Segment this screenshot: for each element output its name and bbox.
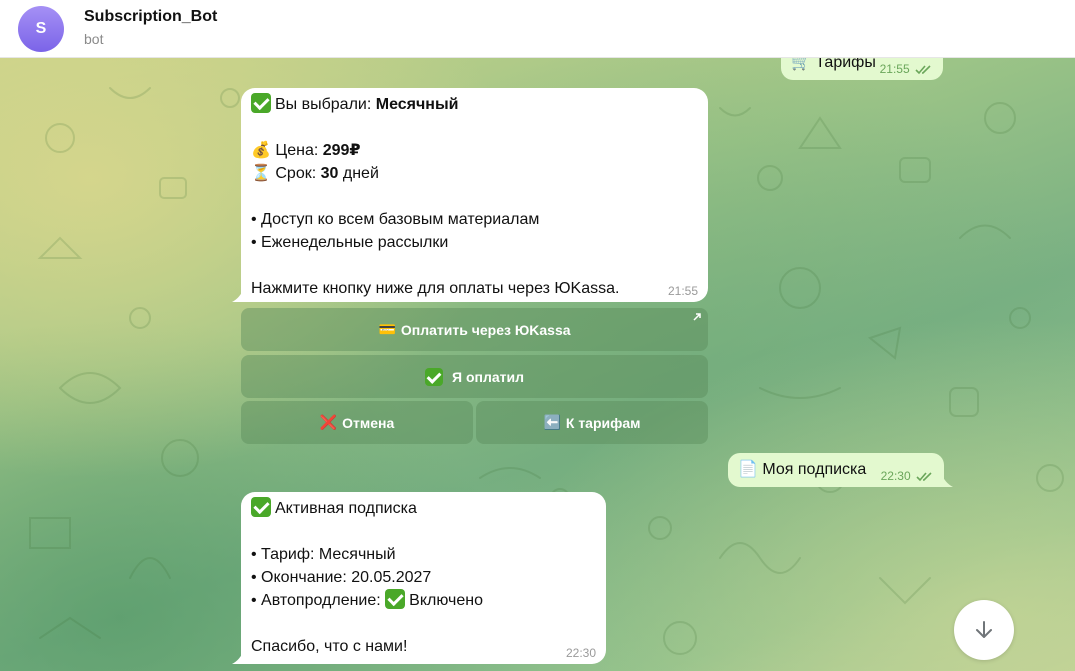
cross-mark-icon: ❌ — [319, 414, 338, 430]
bubble-tail — [232, 288, 244, 302]
message-plan-details[interactable]: Вы выбрали: Месячный 💰 Цена: 299₽ ⏳ Срок… — [232, 88, 708, 302]
chat-subtitle: bot — [84, 31, 104, 47]
message-time: 22:30 — [881, 469, 934, 483]
cart-icon: 🛒 — [791, 58, 811, 71]
bot-avatar[interactable]: S — [18, 6, 64, 52]
double-check-icon — [915, 65, 931, 75]
double-check-icon — [916, 472, 932, 482]
message-tariffs-command[interactable]: 🛒 Тарифы 21:55 — [781, 58, 943, 80]
message-time: 21:55 — [880, 62, 933, 76]
bubble-tail — [232, 650, 244, 664]
back-to-tariffs-button[interactable]: ⬅️ К тарифам — [476, 401, 708, 444]
external-link-icon — [693, 313, 701, 321]
check-mark-icon — [251, 497, 271, 517]
chat-title[interactable]: Subscription_Bot — [84, 8, 217, 26]
left-arrow-icon: ⬅️ — [543, 414, 561, 430]
message-time: 21:55 — [667, 284, 698, 298]
chat-header[interactable]: S Subscription_Bot bot — [0, 0, 1075, 58]
message-time: 22:30 — [565, 646, 596, 660]
chat-area[interactable]: 🛒 Тарифы 21:55 Вы выбрали: Месячный 💰 Це… — [0, 58, 1075, 671]
scroll-down-icon — [976, 621, 992, 638]
document-icon: 📄 — [738, 461, 758, 478]
check-mark-icon — [425, 367, 443, 386]
credit-card-icon: 💳 — [378, 321, 396, 337]
check-mark-icon — [385, 589, 406, 609]
i-paid-button[interactable]: Я оплатил — [241, 355, 708, 398]
payment-instruction: Нажмите кнопку ниже для оплаты через ЮKa… — [251, 280, 620, 297]
message-text: Тарифы — [815, 58, 876, 71]
bubble-tail — [941, 473, 953, 487]
feature-item: • Еженедельные рассылки — [251, 234, 449, 251]
hourglass-icon: ⏳ — [251, 165, 271, 182]
pay-yookassa-button[interactable]: 💳 Оплатить через ЮKassa — [241, 308, 708, 351]
feature-item: • Доступ ко всем базовым материалам — [251, 211, 540, 228]
message-subscription-status[interactable]: Активная подписка • Тариф: Месячный • Ок… — [232, 492, 606, 664]
money-bag-icon: 💰 — [251, 142, 271, 159]
message-my-subscription-command[interactable]: 📄 Моя подписка 22:30 — [728, 453, 953, 487]
message-text: Моя подписка — [762, 461, 867, 478]
cancel-button[interactable]: ❌ Отмена — [241, 401, 473, 444]
check-mark-icon — [251, 93, 271, 113]
scroll-to-bottom-button[interactable] — [954, 600, 1014, 660]
